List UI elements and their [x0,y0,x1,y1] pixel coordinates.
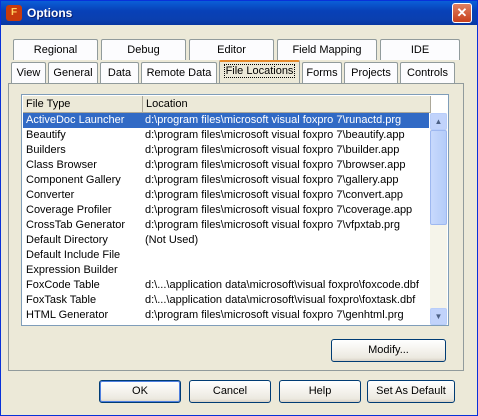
tab-remote-data[interactable]: Remote Data [141,62,217,83]
tab-file-locations[interactable]: File Locations [219,60,300,84]
list-item[interactable]: Coverage Profiler d:\program files\micros… [23,203,429,218]
list-item[interactable]: HTML Generator d:\program files\microsoft… [23,308,429,323]
ok-button[interactable]: OK [99,380,181,403]
set-as-default-button[interactable]: Set As Default [367,380,455,403]
location-cell: d:\...\application data\microsoft\visual… [145,279,419,291]
location-cell: d:\...\application data\microsoft\visual… [145,294,416,306]
location-cell: d:\program files\microsoft visual foxpro… [145,144,400,156]
tab-projects[interactable]: Projects [344,62,398,83]
tab-view[interactable]: View [11,62,46,83]
location-cell: d:\program files\microsoft visual foxpro… [145,129,405,141]
file-locations-list[interactable]: File Type Location ActiveDoc Launcher d:\… [21,94,449,326]
file-type-cell: HTML Generator [26,309,109,321]
list-item[interactable]: Beautify d:\program files\microsoft visua… [23,128,429,143]
file-type-cell: Default Include File [26,249,121,261]
file-type-cell: FoxCode Table [26,279,100,291]
scroll-up-arrow-icon[interactable]: ▲ [430,113,447,130]
list-rows: ActiveDoc Launcher d:\program files\micro… [23,113,429,325]
file-type-cell: Default Directory [26,234,108,246]
cancel-button[interactable]: Cancel [189,380,271,403]
file-type-cell: Component Gallery [26,174,121,186]
location-cell: (Not Used) [145,234,199,246]
tab-general[interactable]: General [48,62,98,83]
tab-field-mapping[interactable]: Field Mapping [277,39,377,60]
scroll-down-arrow-icon[interactable]: ▼ [430,308,447,325]
options-dialog: F Options ✕ Regional Debug Editor Field … [0,0,478,416]
title-bar[interactable]: F Options ✕ [1,1,477,25]
list-item[interactable]: Builders d:\program files\microsoft visua… [23,143,429,158]
file-type-cell: Expression Builder [26,264,118,276]
file-type-cell: Converter [26,189,75,201]
list-item[interactable]: Expression Builder [23,263,429,278]
list-item[interactable]: Default Include File [23,248,429,263]
file-type-cell: CrossTab Generator [26,219,126,231]
foxpro-app-icon: F [6,5,22,21]
location-cell: d:\program files\microsoft visual foxpro… [145,189,404,201]
tab-controls[interactable]: Controls [400,62,455,83]
list-item[interactable]: Class Browser d:\program files\microsoft … [23,158,429,173]
location-cell: d:\program files\microsoft visual foxpro… [145,114,402,126]
list-item[interactable]: Default Directory (Not Used) [23,233,429,248]
file-type-cell: Class Browser [26,159,97,171]
location-cell: d:\program files\microsoft visual foxpro… [145,204,413,216]
close-button[interactable]: ✕ [452,3,472,23]
list-item[interactable]: FoxTask Table d:\...\application data\mic… [23,293,429,308]
scroll-thumb[interactable] [430,130,447,225]
list-item[interactable]: Converter d:\program files\microsoft visu… [23,188,429,203]
location-cell: d:\program files\microsoft visual foxpro… [145,219,400,231]
help-button[interactable]: Help [279,380,361,403]
file-type-cell: Builders [26,144,66,156]
location-cell: d:\program files\microsoft visual foxpro… [145,174,399,186]
window-title: Options [27,6,73,20]
file-type-cell: Coverage Profiler [26,204,112,216]
help-button-label: Help [308,385,332,397]
list-item[interactable]: FoxCode Table d:\...\application data\mic… [23,278,429,293]
modify-button[interactable]: Modify... [331,339,446,362]
column-header-file-type[interactable]: File Type [23,96,143,113]
ok-button-label: OK [132,385,148,397]
file-type-cell: Beautify [26,129,66,141]
set-as-default-button-label: Set As Default [376,385,446,397]
vertical-scrollbar[interactable]: ▲ ▼ [430,113,447,325]
modify-button-label: Modify... [368,344,409,356]
list-item[interactable]: ActiveDoc Launcher d:\program files\micro… [23,113,429,128]
cancel-button-label: Cancel [212,385,248,397]
list-item[interactable]: CrossTab Generator d:\program files\micro… [23,218,429,233]
tab-debug[interactable]: Debug [101,39,186,60]
location-cell: d:\program files\microsoft visual foxpro… [145,309,404,321]
list-item[interactable]: Component Gallery d:\program files\micros… [23,173,429,188]
tab-data[interactable]: Data [100,62,139,83]
location-cell: d:\program files\microsoft visual foxpro… [145,159,406,171]
list-header: File Type Location [23,96,431,113]
tab-ide[interactable]: IDE [380,39,460,60]
tab-forms[interactable]: Forms [302,62,342,83]
file-type-cell: FoxTask Table [26,294,97,306]
tab-editor[interactable]: Editor [189,39,274,60]
file-type-cell: ActiveDoc Launcher [26,114,125,126]
column-header-location[interactable]: Location [143,96,431,113]
tab-regional[interactable]: Regional [13,39,98,60]
